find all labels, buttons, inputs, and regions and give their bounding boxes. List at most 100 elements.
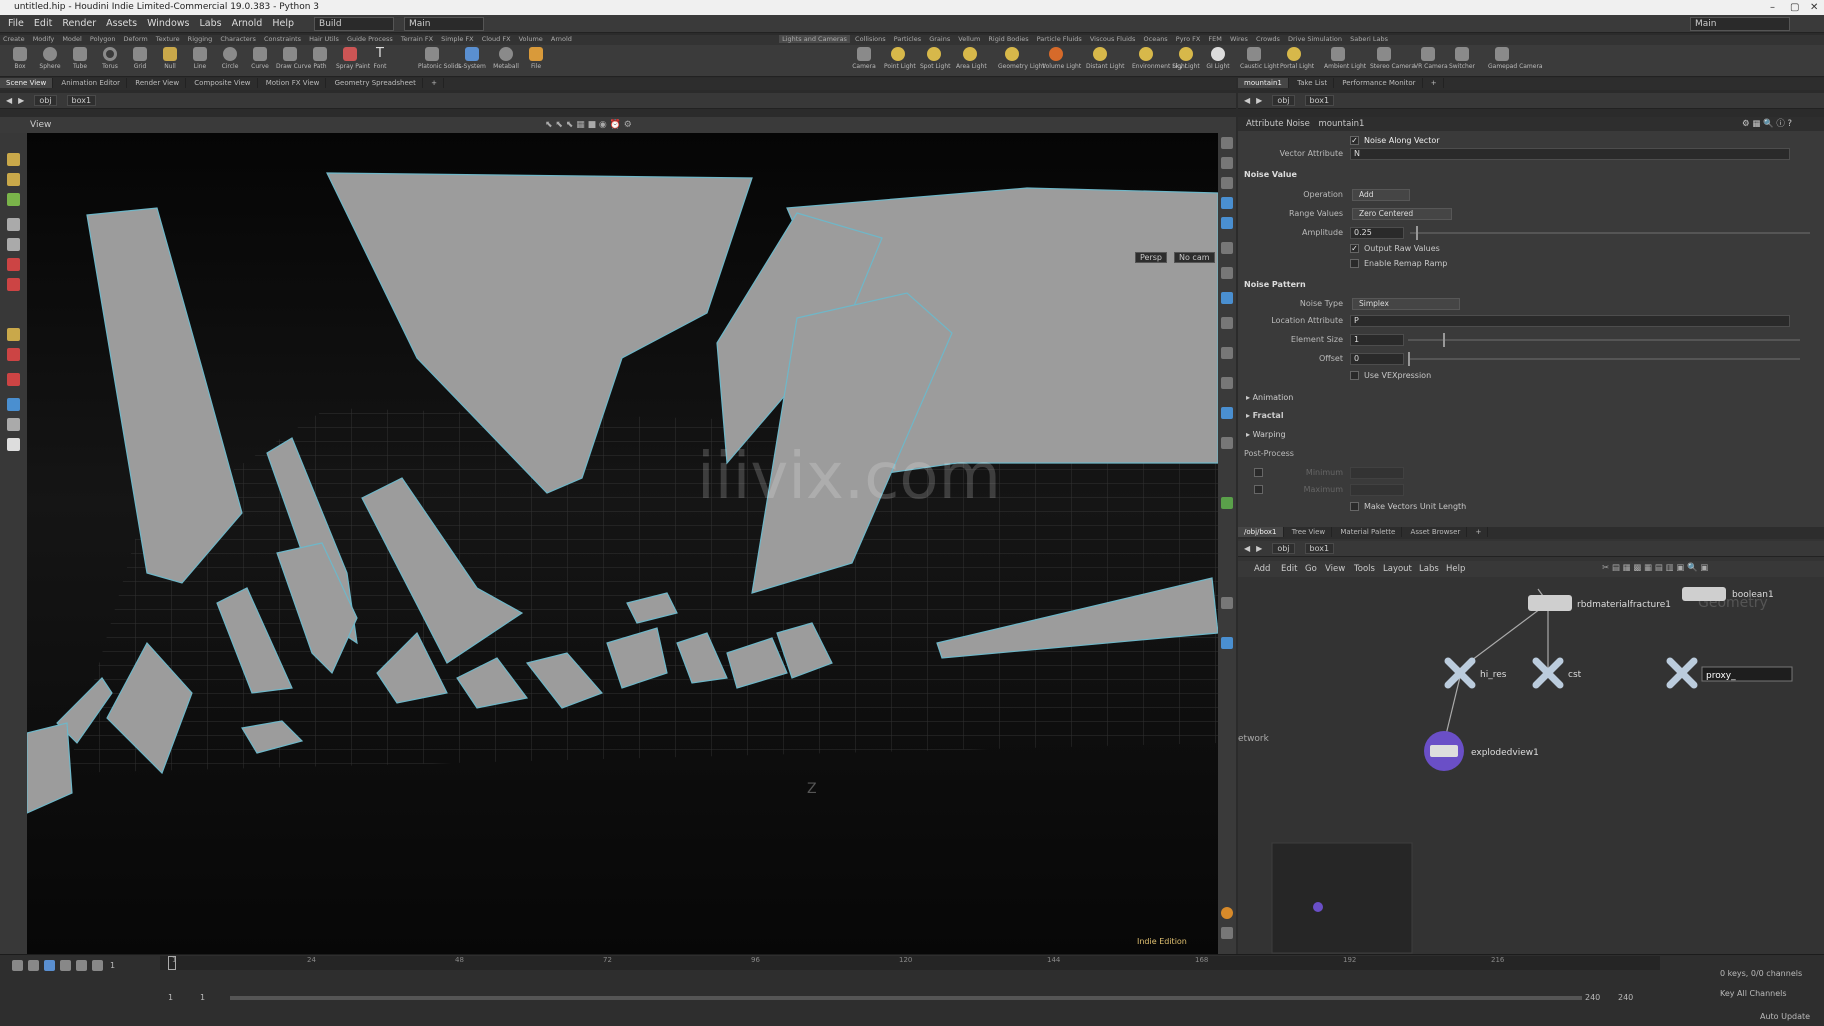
network-minimap[interactable] xyxy=(1271,842,1413,954)
alert-icon[interactable] xyxy=(1221,907,1233,919)
geometry-light-tool[interactable]: Geometry Light xyxy=(998,47,1045,70)
shelf-tab[interactable]: Simple FX xyxy=(438,35,476,43)
shelf-tab[interactable]: Rigid Bodies xyxy=(985,35,1031,43)
shelf-tab[interactable]: Constraints xyxy=(261,35,304,43)
display-option-icon[interactable] xyxy=(1221,242,1233,254)
circle-tool[interactable]: Circle xyxy=(216,47,244,70)
range-start-2[interactable]: 1 xyxy=(200,993,205,1002)
shelf-tab[interactable]: Crowds xyxy=(1253,35,1283,43)
shelf-tab[interactable]: Grains xyxy=(926,35,953,43)
shelf-tab[interactable]: Characters xyxy=(217,35,258,43)
environment-light-tool[interactable]: Environment Light xyxy=(1132,47,1187,70)
display-option-icon[interactable] xyxy=(1221,347,1233,359)
network-toolbar-icons[interactable]: ✂ ▤ ▦ ▩ ▦ ▤ ▥ ▣ 🔍 ▣ xyxy=(1602,563,1708,573)
tab-scene-view[interactable]: Scene View xyxy=(0,78,54,88)
tab-material-palette[interactable]: Material Palette xyxy=(1334,527,1403,537)
path-obj[interactable]: obj xyxy=(1272,95,1295,106)
amplitude-field[interactable]: 0.25 xyxy=(1350,227,1404,239)
minimize-icon[interactable]: – xyxy=(1770,0,1775,15)
stop-icon[interactable] xyxy=(44,960,55,971)
point-light-tool[interactable]: Point Light xyxy=(884,47,916,70)
param-header-icons[interactable]: ⚙ ▦ 🔍 ⓘ ? xyxy=(1742,117,1792,131)
shelf-tab[interactable]: Particles xyxy=(891,35,924,43)
spray-paint-tool[interactable]: Spray Paint xyxy=(336,47,370,70)
shelf-tab[interactable]: Modify xyxy=(30,35,58,43)
ambient-light-tool[interactable]: Ambient Light xyxy=(1324,47,1366,70)
gi-light-tool[interactable]: GI Light xyxy=(1204,47,1232,70)
display-option-icon[interactable] xyxy=(1221,437,1233,449)
maximum-field[interactable] xyxy=(1350,484,1404,496)
vr-camera-tool[interactable]: VR Camera xyxy=(1414,47,1448,70)
net-menu-tools[interactable]: Tools xyxy=(1354,564,1375,574)
noise-along-vector-checkbox[interactable]: ✓ xyxy=(1350,136,1359,145)
add-tab-icon[interactable]: + xyxy=(1470,527,1489,537)
close-icon[interactable]: ✕ xyxy=(1810,0,1818,15)
camera-dropdown[interactable]: No cam xyxy=(1174,252,1215,263)
hi-res-node[interactable]: hi_res xyxy=(1444,657,1507,689)
handle-tool-icon[interactable] xyxy=(7,193,20,206)
offset-slider-knob[interactable] xyxy=(1408,352,1410,366)
tube-tool[interactable]: Tube xyxy=(66,47,94,70)
shelf-tab[interactable]: Polygon xyxy=(87,35,119,43)
display-option-icon[interactable] xyxy=(1221,217,1233,229)
display-option-icon[interactable] xyxy=(1221,267,1233,279)
display-option-icon[interactable] xyxy=(1221,377,1233,389)
add-tab-icon[interactable]: + xyxy=(425,78,444,88)
path-node[interactable]: box1 xyxy=(66,95,97,106)
menu-labs[interactable]: Labs xyxy=(199,18,221,29)
torus-tool[interactable]: Torus xyxy=(96,47,124,70)
node-name-field[interactable]: mountain1 xyxy=(1319,119,1365,129)
auto-update-dropdown[interactable]: Auto Update xyxy=(1760,1012,1810,1021)
spot-light-tool[interactable]: Spot Light xyxy=(920,47,951,70)
desktop-main-dropdown[interactable]: Main xyxy=(404,16,485,31)
shelf-tab[interactable]: Pyro FX xyxy=(1173,35,1204,43)
step-back-icon[interactable] xyxy=(28,960,39,971)
forward-arrow-icon[interactable]: ▶ xyxy=(18,96,24,105)
cst-node[interactable]: cst xyxy=(1532,657,1582,689)
area-light-tool[interactable]: Area Light xyxy=(956,47,987,70)
element-size-field[interactable]: 1 xyxy=(1350,334,1404,346)
display-option-icon[interactable] xyxy=(1221,197,1233,209)
lights-icon[interactable] xyxy=(7,438,20,451)
net-menu-go[interactable]: Go xyxy=(1305,564,1317,574)
pose-tool-icon[interactable] xyxy=(7,218,20,231)
shelf-tab[interactable]: Oceans xyxy=(1141,35,1171,43)
vector-attribute-field[interactable]: N xyxy=(1350,148,1790,160)
magnet-icon[interactable] xyxy=(7,348,20,361)
menu-help[interactable]: Help xyxy=(272,18,294,29)
switcher-tool[interactable]: Switcher xyxy=(1448,47,1476,70)
stereo-camera-tool[interactable]: Stereo Camera xyxy=(1370,47,1415,70)
shelf-tab[interactable]: Guide Process xyxy=(344,35,396,43)
tab-mountain1[interactable]: mountain1 xyxy=(1238,78,1289,88)
proxy-node[interactable]: proxy_ xyxy=(1666,657,1793,689)
range-start[interactable]: 1 xyxy=(168,993,173,1002)
add-tab-icon[interactable]: + xyxy=(1425,78,1444,88)
make-unit-checkbox[interactable] xyxy=(1350,502,1359,511)
range-end[interactable]: 240 xyxy=(1585,993,1600,1002)
metaball-tool[interactable]: Metaball xyxy=(492,47,520,70)
gamepad-camera-tool[interactable]: Gamepad Camera xyxy=(1488,47,1543,70)
step-forward-icon[interactable] xyxy=(76,960,87,971)
net-menu-layout[interactable]: Layout xyxy=(1383,564,1412,574)
display-option-icon[interactable] xyxy=(1221,407,1233,419)
null-tool[interactable]: Null xyxy=(156,47,184,70)
viewport-scene[interactable]: iiivix.com Z xyxy=(27,133,1218,954)
grid-tool[interactable]: Grid xyxy=(126,47,154,70)
shelf-tab[interactable]: Create xyxy=(0,35,28,43)
display-option-icon[interactable] xyxy=(1221,637,1233,649)
net-menu-view[interactable]: View xyxy=(1325,564,1345,574)
element-size-slider-knob[interactable] xyxy=(1443,333,1445,347)
file-tool[interactable]: File xyxy=(522,47,550,70)
element-size-slider[interactable] xyxy=(1408,339,1800,341)
key-all-channels[interactable]: Key All Channels xyxy=(1720,989,1787,998)
range-values-dropdown[interactable]: Zero Centered xyxy=(1352,208,1452,220)
camera-tool[interactable]: Camera xyxy=(850,47,878,70)
persp-dropdown[interactable]: Persp xyxy=(1135,252,1167,263)
font-tool[interactable]: T Font xyxy=(366,47,394,71)
jump-end-icon[interactable] xyxy=(92,960,103,971)
tab-animation-editor[interactable]: Animation Editor xyxy=(55,78,128,88)
minimum-checkbox[interactable] xyxy=(1254,468,1263,477)
tab-geometry-spreadsheet[interactable]: Geometry Spreadsheet xyxy=(329,78,423,88)
shelf-tab[interactable]: Drive Simulation xyxy=(1285,35,1345,43)
shelf-tab[interactable]: Vellum xyxy=(955,35,983,43)
